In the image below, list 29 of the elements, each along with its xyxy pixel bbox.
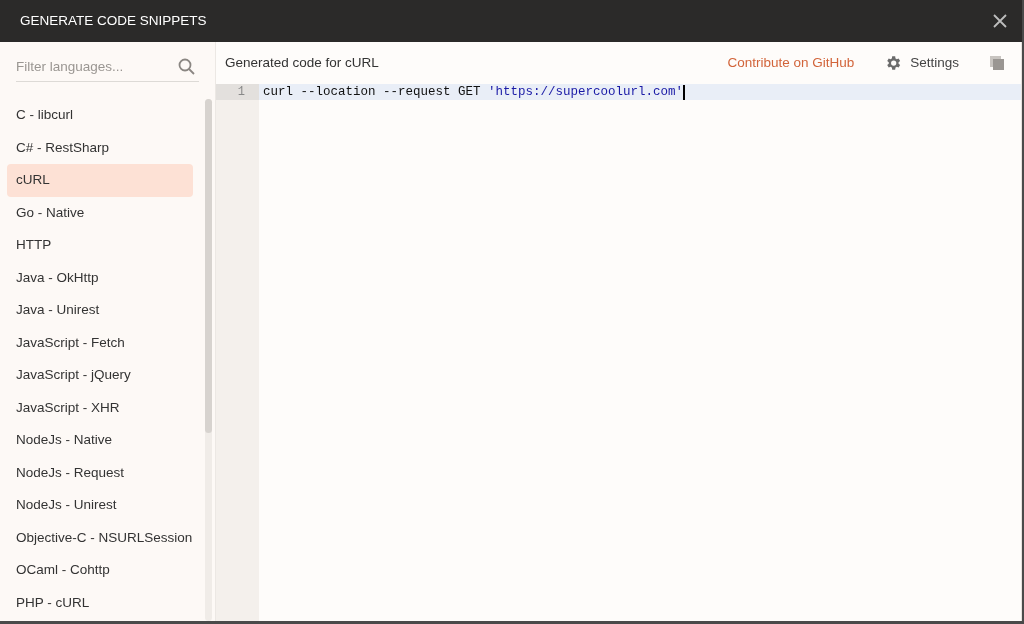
language-item[interactable]: NodeJs - Request (7, 456, 193, 489)
scrollbar[interactable] (205, 99, 212, 621)
language-item[interactable]: Java - Unirest (7, 294, 193, 327)
language-item[interactable]: HTTP (7, 229, 193, 262)
language-item[interactable]: JavaScript - XHR (7, 391, 193, 424)
language-item[interactable]: OCaml - Cohttp (7, 554, 193, 587)
language-item[interactable]: NodeJs - Unirest (7, 489, 193, 522)
search-icon[interactable] (178, 58, 195, 75)
text-cursor (683, 84, 686, 100)
language-item[interactable]: JavaScript - Fetch (7, 326, 193, 359)
language-item[interactable]: PHP - cURL (7, 586, 193, 619)
language-item[interactable]: NodeJs - Native (7, 424, 193, 457)
language-item[interactable]: Go - Native (7, 196, 193, 229)
language-item[interactable]: C - libcurl (7, 99, 193, 132)
language-item[interactable]: cURL (7, 164, 193, 197)
line-number: 1 (216, 84, 259, 100)
code-editor[interactable]: 1 curl --location --request GET 'https://supercoolurl.com' (216, 84, 1021, 621)
contribute-link[interactable]: Contribute on GitHub (727, 52, 855, 74)
copy-icon[interactable] (989, 55, 1005, 71)
settings-button[interactable]: Settings (884, 52, 959, 74)
window-title: GENERATE CODE SNIPPETS (20, 11, 208, 30)
language-item[interactable]: C# - RestSharp (7, 131, 193, 164)
close-icon[interactable] (992, 13, 1008, 29)
language-item[interactable]: JavaScript - jQuery (7, 359, 193, 392)
code-line: curl --location --request GET 'https://supercoolurl.com' (263, 84, 684, 100)
panel-heading: Generated code for cURL (225, 53, 380, 72)
search-field[interactable]: Filter languages... (16, 52, 199, 82)
language-item[interactable]: Java - OkHttp (7, 261, 193, 294)
language-item[interactable]: Objective-C - NSURLSession (7, 521, 193, 554)
